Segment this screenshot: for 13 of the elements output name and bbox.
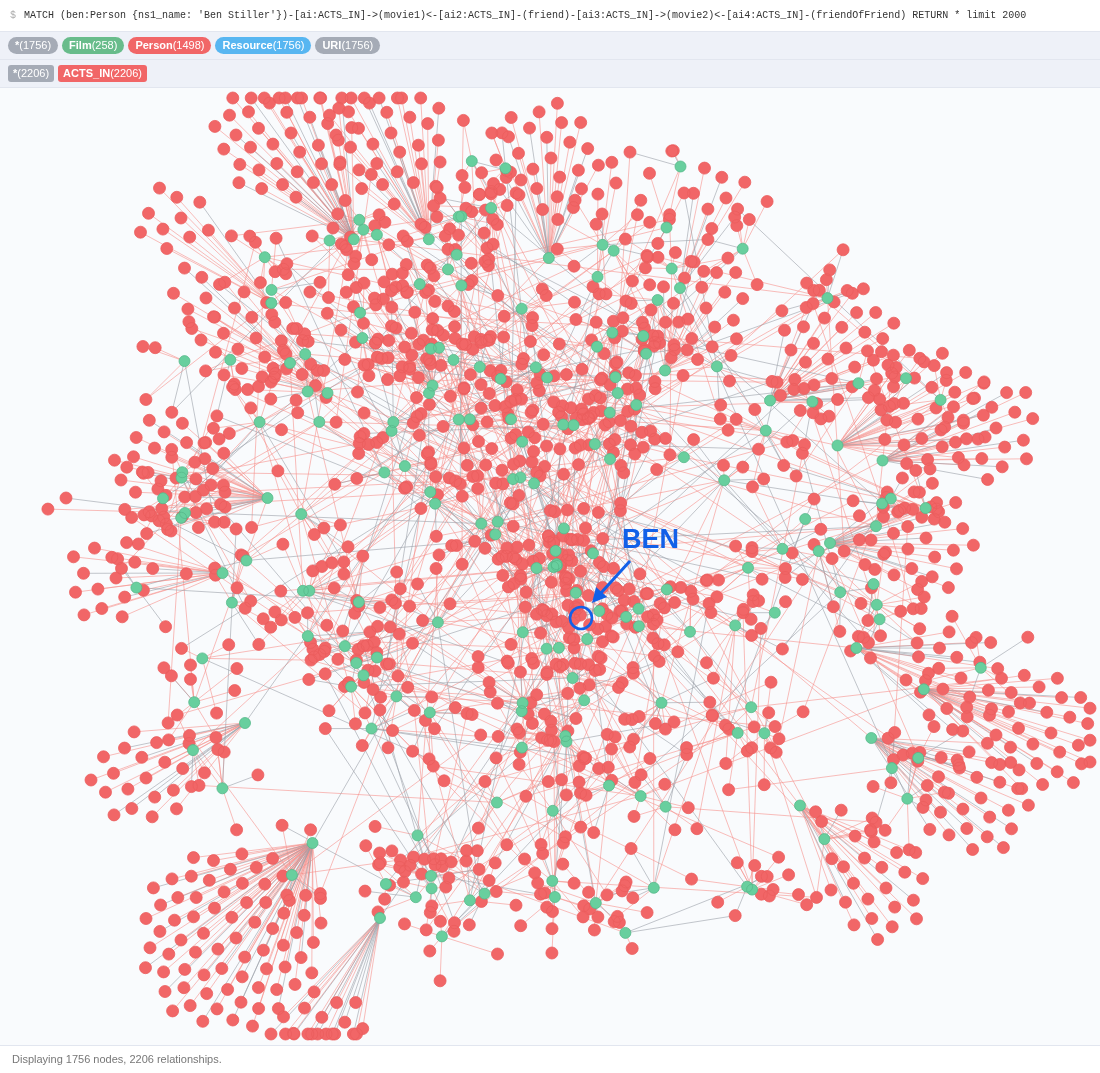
node-label-pill[interactable]: *(1756) bbox=[8, 36, 59, 55]
prompt-symbol: $ bbox=[10, 9, 16, 23]
node-label-pill[interactable]: Film(258) bbox=[62, 36, 125, 55]
node-label-pill[interactable]: Resource(1756) bbox=[215, 36, 312, 55]
status-text: Displaying 1756 nodes, 2206 relationships. bbox=[12, 1051, 222, 1067]
relationship-type-tag[interactable]: ACTS_IN(2206) bbox=[58, 64, 147, 83]
node-label-pill[interactable]: Person(1498) bbox=[128, 36, 212, 55]
annotation-arrow bbox=[592, 560, 632, 603]
relationship-type-tag[interactable]: *(2206) bbox=[8, 64, 55, 83]
highlight-circle bbox=[568, 605, 594, 631]
annotation-label: BEN bbox=[622, 524, 679, 554]
node-label-pill[interactable]: URI(1756) bbox=[315, 36, 381, 55]
query-text: MATCH (ben:Person {ns1_name: 'Ben Stiller'})-[ai:ACTS_IN]->(movie1)<-[ai2:ACTS_IN]-(friend)-[ai3:ACTS_IN]->(movie2)<-[ai4:ACTS_IN]-(friendOfFriend) RETURN * limit 2000 bbox=[24, 9, 1027, 23]
